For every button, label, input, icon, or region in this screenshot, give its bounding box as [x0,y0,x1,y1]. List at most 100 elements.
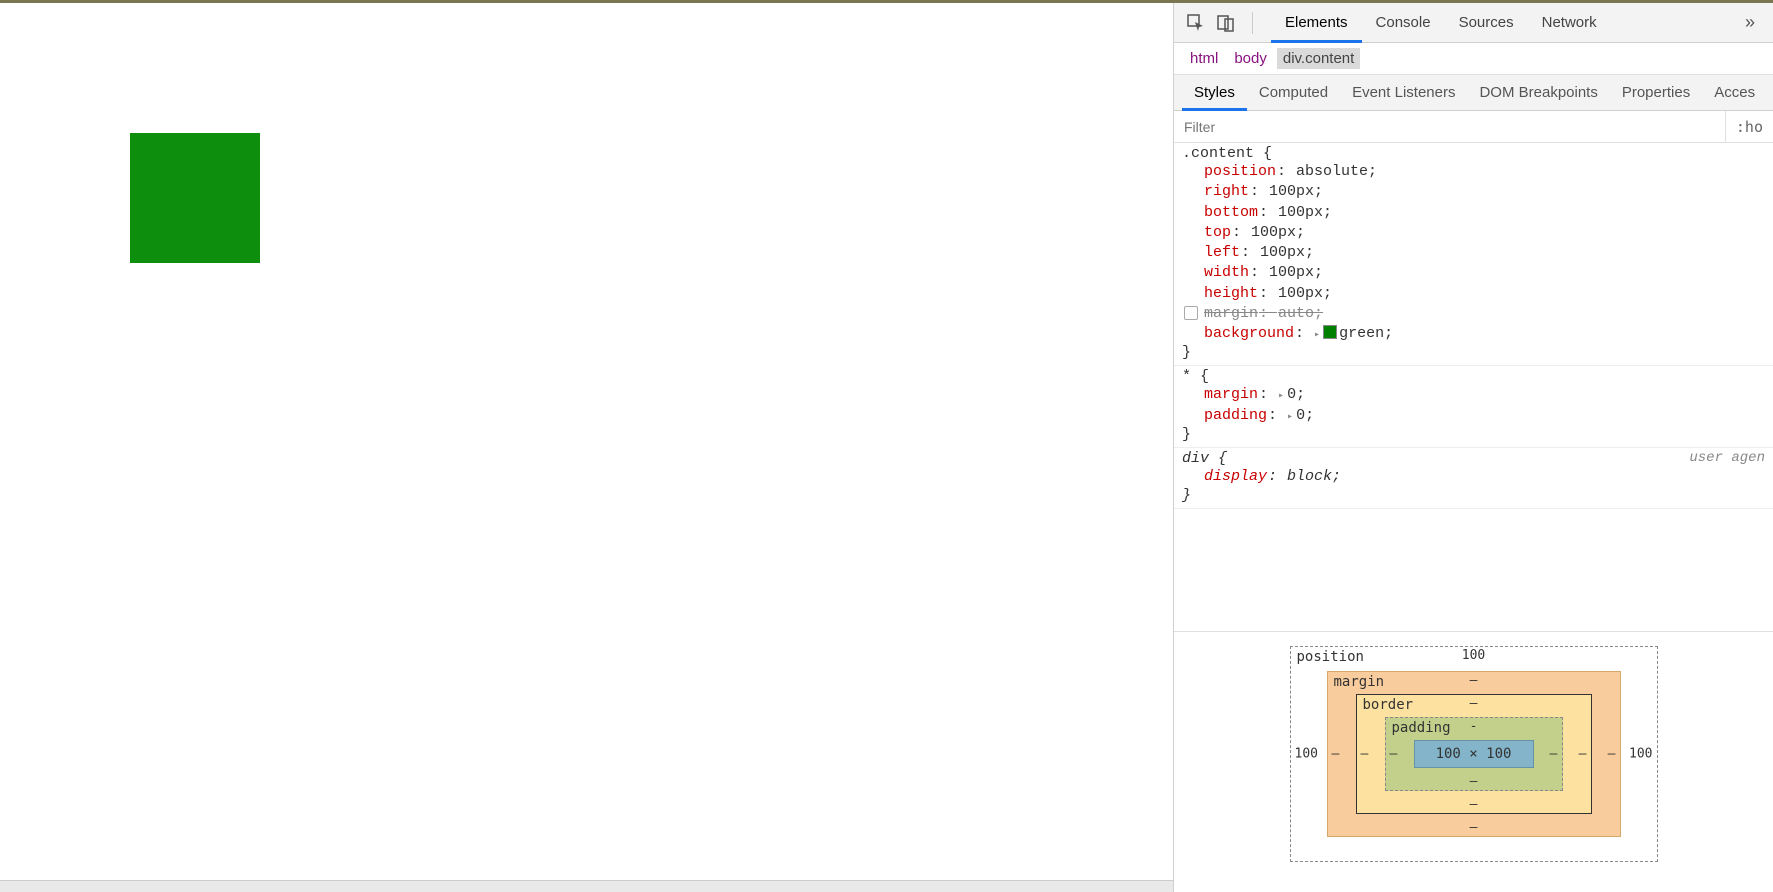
boxmodel-margin-layer[interactable]: margin – – – – border – – – – padding [1327,671,1621,837]
boxmodel-border-top[interactable]: – [1470,696,1478,711]
more-tabs-icon[interactable]: » [1737,12,1763,33]
css-property-value[interactable]: green [1339,325,1384,342]
rule-selector[interactable]: * [1182,368,1191,385]
css-property-name[interactable]: background [1204,325,1294,342]
css-property-name[interactable]: padding [1204,407,1267,424]
breadcrumb-item[interactable]: div.content [1277,48,1360,69]
css-declaration[interactable]: background: ▸green; [1182,324,1765,344]
rule-selector-line[interactable]: * { [1182,368,1765,385]
rule-origin-label: user agen [1689,450,1765,466]
rule-selector[interactable]: .content [1182,145,1254,162]
boxmodel-padding-bottom[interactable]: – [1470,774,1478,789]
css-property-name[interactable]: width [1204,264,1249,281]
boxmodel-margin-label: margin [1334,674,1385,690]
boxmodel-margin-top[interactable]: – [1470,673,1478,688]
brace-open: { [1191,368,1209,385]
devtools-tab-network[interactable]: Network [1528,3,1611,42]
css-property-name[interactable]: left [1204,244,1240,261]
css-declaration[interactable]: margin: ▸0; [1182,385,1765,405]
css-property-value[interactable]: block [1287,468,1332,485]
rule-selector-line[interactable]: .content { [1182,145,1765,162]
devtools-tab-elements[interactable]: Elements [1271,3,1362,42]
styles-pane[interactable]: .content {position: absolute;right: 100p… [1174,143,1773,631]
css-declaration[interactable]: padding: ▸0; [1182,406,1765,426]
styles-filter-input[interactable] [1174,111,1725,142]
page-viewport[interactable] [0,3,1173,892]
css-declaration[interactable]: height: 100px; [1182,284,1765,304]
boxmodel-border-right[interactable]: – [1579,747,1587,762]
css-declaration[interactable]: bottom: 100px; [1182,203,1765,223]
rule-selector[interactable]: div [1182,450,1209,467]
css-property-name[interactable]: right [1204,183,1249,200]
css-property-name[interactable]: top [1204,224,1231,241]
horizontal-scrollbar[interactable] [0,880,1173,892]
boxmodel-position-top[interactable]: 100 [1462,648,1485,663]
boxmodel-margin-left[interactable]: – [1332,747,1340,762]
expand-shorthand-icon[interactable]: ▸ [1287,412,1293,423]
brace-open: { [1209,450,1227,467]
devtools-tab-sources[interactable]: Sources [1445,3,1528,42]
boxmodel-padding-left[interactable]: – [1390,747,1398,762]
property-enable-checkbox[interactable] [1184,306,1198,320]
color-swatch-icon[interactable] [1323,325,1337,339]
css-declaration[interactable]: margin: auto; [1182,304,1765,324]
css-property-value[interactable]: 100px [1251,224,1296,241]
css-declaration[interactable]: right: 100px; [1182,182,1765,202]
boxmodel-content-size[interactable]: 100 × 100 [1414,740,1534,768]
pseudo-class-toggle[interactable]: :ho [1725,111,1773,142]
boxmodel-position-right[interactable]: 100 [1629,747,1652,762]
css-property-value[interactable]: 100px [1260,244,1305,261]
box-model-diagram: position 100 100 100 margin – – – – bord… [1174,631,1773,892]
panel-tab-computed[interactable]: Computed [1247,75,1340,110]
semicolon: ; [1314,183,1323,200]
device-toolbar-icon[interactable] [1214,11,1238,35]
css-property-value[interactable]: 0 [1287,386,1296,403]
css-property-value[interactable]: 100px [1269,264,1314,281]
css-rule[interactable]: .content {position: absolute;right: 100p… [1174,143,1773,366]
boxmodel-margin-right[interactable]: – [1608,747,1616,762]
css-property-value[interactable]: auto [1278,305,1314,322]
boxmodel-border-bottom[interactable]: – [1470,797,1478,812]
boxmodel-padding-layer[interactable]: padding - – – – 100 × 100 [1385,717,1563,791]
css-declaration[interactable]: left: 100px; [1182,243,1765,263]
boxmodel-padding-right[interactable]: – [1550,747,1558,762]
css-property-name[interactable]: height [1204,285,1258,302]
css-property-name[interactable]: bottom [1204,204,1258,221]
inspected-element-content-div[interactable] [130,133,260,263]
panel-tab-styles[interactable]: Styles [1182,75,1247,110]
css-property-name[interactable]: position [1204,163,1276,180]
css-property-value[interactable]: 100px [1269,183,1314,200]
css-declaration[interactable]: width: 100px; [1182,263,1765,283]
rule-selector-line[interactable]: div { [1182,450,1765,467]
css-property-name[interactable]: display [1204,468,1267,485]
css-declaration[interactable]: position: absolute; [1182,162,1765,182]
css-property-value[interactable]: absolute [1296,163,1368,180]
css-declaration[interactable]: top: 100px; [1182,223,1765,243]
breadcrumb-item[interactable]: html [1184,48,1224,69]
colon: : [1232,224,1250,241]
semicolon: ; [1332,468,1341,485]
boxmodel-position-left[interactable]: 100 [1295,747,1318,762]
css-rule[interactable]: * {margin: ▸0;padding: ▸0;} [1174,366,1773,448]
boxmodel-position-layer[interactable]: position 100 100 100 margin – – – – bord… [1290,646,1658,862]
css-rule[interactable]: user agendiv {display: block;} [1174,448,1773,509]
expand-shorthand-icon[interactable]: ▸ [1314,330,1320,341]
breadcrumb-item[interactable]: body [1228,48,1273,69]
css-property-value[interactable]: 100px [1278,285,1323,302]
css-property-value[interactable]: 100px [1278,204,1323,221]
panel-tab-properties[interactable]: Properties [1610,75,1702,110]
css-property-name[interactable]: margin [1204,305,1258,322]
panel-tab-dom-breakpoints[interactable]: DOM Breakpoints [1467,75,1609,110]
boxmodel-padding-top[interactable]: - [1470,719,1478,734]
css-property-value[interactable]: 0 [1296,407,1305,424]
panel-tab-acces[interactable]: Acces [1702,75,1767,110]
css-declaration[interactable]: display: block; [1182,467,1765,487]
css-property-name[interactable]: margin [1204,386,1258,403]
boxmodel-margin-bottom[interactable]: – [1470,820,1478,835]
inspect-element-icon[interactable] [1184,11,1208,35]
boxmodel-border-left[interactable]: – [1361,747,1369,762]
devtools-tab-console[interactable]: Console [1362,3,1445,42]
expand-shorthand-icon[interactable]: ▸ [1278,391,1284,402]
boxmodel-border-layer[interactable]: border – – – – padding - – – – 10 [1356,694,1592,814]
panel-tab-event-listeners[interactable]: Event Listeners [1340,75,1467,110]
